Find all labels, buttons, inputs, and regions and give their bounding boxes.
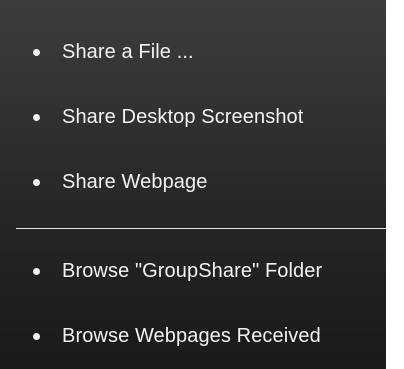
bullet-icon [33, 178, 40, 186]
share-menu: Share a File ... Share Desktop Screensho… [0, 0, 386, 369]
menu-item-browse-webpages-received[interactable]: Browse Webpages Received [0, 314, 386, 358]
menu-item-label: Browse "GroupShare" Folder [62, 260, 323, 282]
bullet-icon [33, 332, 40, 340]
menu-item-label: Share a File ... [62, 41, 194, 63]
bullet-icon [33, 113, 40, 121]
menu-item-share-file[interactable]: Share a File ... [0, 30, 386, 74]
menu-item-browse-groupshare-folder[interactable]: Browse "GroupShare" Folder [0, 249, 386, 293]
menu-item-share-webpage[interactable]: Share Webpage [0, 160, 386, 204]
menu-item-label: Share Desktop Screenshot [62, 106, 304, 128]
bullet-icon [33, 267, 40, 275]
menu-item-label: Browse Webpages Received [62, 325, 321, 347]
menu-item-label: Share Webpage [62, 171, 208, 193]
menu-divider [16, 228, 386, 229]
menu-item-share-desktop-screenshot[interactable]: Share Desktop Screenshot [0, 95, 386, 139]
bullet-icon [33, 48, 40, 56]
